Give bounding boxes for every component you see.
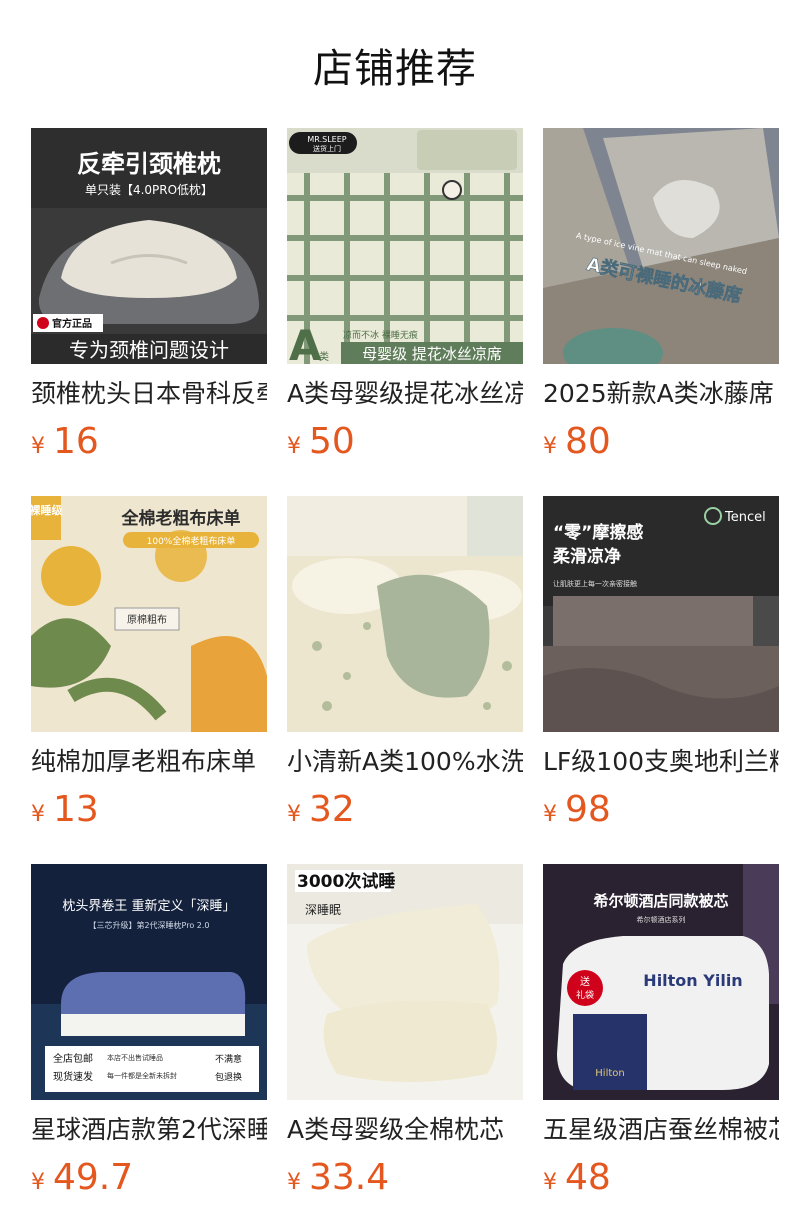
- product-price: ¥98: [543, 788, 779, 832]
- product-card-1[interactable]: 反牵引颈椎枕 单只装【4.0PRO低枕】 官方正品 专为颈椎问题设计 颈椎枕头日…: [31, 128, 267, 464]
- currency-symbol: ¥: [543, 802, 557, 827]
- product-title[interactable]: A类母婴级提花冰丝凉席: [287, 378, 523, 410]
- product-image-7[interactable]: 枕头界卷王 重新定义「深睡」 【三芯升级】第2代深睡枕Pro 2.0 全店包邮 …: [31, 864, 267, 1100]
- hilton-quilt-product-image: 希尔顿酒店同款被芯 希尔顿酒店系列 Hilton Yilin 送 礼袋 Hilt…: [543, 864, 779, 1100]
- corner-badge: 裸睡级: [31, 503, 63, 517]
- image-subline: 深睡眠: [305, 903, 341, 917]
- bedsheet-product-image: 裸睡级 全棉老粗布床单 100%全棉老粗布床单 原棉粗布: [31, 496, 267, 732]
- image-headline-2: 柔滑凉净: [553, 546, 621, 567]
- image-headline: 3000次试睡: [297, 871, 395, 892]
- fabric-label: 原棉粗布: [127, 613, 167, 626]
- product-image-6[interactable]: “零”摩擦感 柔滑凉净 让肌肤更上每一次亲密接触 Tencel: [543, 496, 779, 732]
- vine-mat-product-image: A type of ice vine mat that can sleep na…: [543, 128, 779, 364]
- gift-badge-line2: 礼袋: [576, 989, 594, 1001]
- grade-letter: A: [289, 321, 322, 364]
- price-amount: 50: [309, 421, 355, 462]
- price-amount: 49.7: [53, 1157, 134, 1198]
- product-price: ¥33.4: [287, 1156, 523, 1200]
- bedding-set-product-image: [287, 496, 523, 732]
- hilton-brand: Hilton Yilin: [643, 971, 742, 990]
- currency-symbol: ¥: [31, 802, 45, 827]
- product-card-9[interactable]: 希尔顿酒店同款被芯 希尔顿酒店系列 Hilton Yilin 送 礼袋 Hilt…: [543, 864, 779, 1200]
- product-grid: 反牵引颈椎枕 单只装【4.0PRO低枕】 官方正品 专为颈椎问题设计 颈椎枕头日…: [0, 0, 790, 1232]
- mat-product-image: MR.SLEEP 送货上门 A 类 凉而不冰 裸睡无痕 母婴级 提花冰丝凉席: [287, 128, 523, 364]
- tag-fast-delivery: 现货速发: [53, 1070, 93, 1083]
- grade-suffix: 类: [319, 350, 329, 363]
- product-image-9[interactable]: 希尔顿酒店同款被芯 希尔顿酒店系列 Hilton Yilin 送 礼袋 Hilt…: [543, 864, 779, 1100]
- price-amount: 98: [565, 789, 611, 830]
- product-price: ¥13: [31, 788, 267, 832]
- product-card-7[interactable]: 枕头界卷王 重新定义「深睡」 【三芯升级】第2代深睡枕Pro 2.0 全店包邮 …: [31, 864, 267, 1200]
- product-price: ¥49.7: [31, 1156, 267, 1200]
- gift-bag-brand: Hilton: [595, 1068, 624, 1079]
- currency-symbol: ¥: [287, 1170, 301, 1195]
- product-image-4[interactable]: 裸睡级 全棉老粗布床单 100%全棉老粗布床单 原棉粗布: [31, 496, 267, 732]
- image-note: 凉而不冰 裸睡无痕: [343, 329, 418, 341]
- product-image-1[interactable]: 反牵引颈椎枕 单只装【4.0PRO低枕】 官方正品 专为颈椎问题设计: [31, 128, 267, 364]
- price-amount: 48: [565, 1157, 611, 1198]
- product-card-8[interactable]: 3000次试睡 深睡眠 A类母婴级全棉枕芯 ¥33.4: [287, 864, 523, 1200]
- image-subline: 让肌肤更上每一次亲密接触: [553, 579, 637, 588]
- product-card-2[interactable]: MR.SLEEP 送货上门 A 类 凉而不冰 裸睡无痕 母婴级 提花冰丝凉席 A…: [287, 128, 523, 464]
- product-image-2[interactable]: MR.SLEEP 送货上门 A 类 凉而不冰 裸睡无痕 母婴级 提花冰丝凉席: [287, 128, 523, 364]
- image-subline: 单只装【4.0PRO低枕】: [85, 182, 213, 197]
- delivery-label: 送货上门: [313, 144, 341, 153]
- tag-no-trial: 本店不出售试睡品: [107, 1053, 163, 1062]
- price-amount: 16: [53, 421, 99, 462]
- tag-unsatisfied: 不满意: [215, 1053, 242, 1065]
- currency-symbol: ¥: [543, 1170, 557, 1195]
- product-title[interactable]: 星球酒店款第2代深睡枕: [31, 1114, 267, 1146]
- image-headline: 全棉老粗布床单: [121, 508, 241, 529]
- official-badge: 官方正品: [52, 317, 92, 330]
- brand-logo: MR.SLEEP: [307, 135, 346, 144]
- product-image-8[interactable]: 3000次试睡 深睡眠: [287, 864, 523, 1100]
- tencel-bedding-product-image: “零”摩擦感 柔滑凉净 让肌肤更上每一次亲密接触 Tencel: [543, 496, 779, 732]
- currency-symbol: ¥: [31, 434, 45, 459]
- product-price: ¥50: [287, 420, 523, 464]
- image-headline: 希尔顿酒店同款被芯: [593, 892, 728, 910]
- gift-badge-line1: 送: [580, 975, 590, 988]
- tag-return: 包退换: [215, 1071, 242, 1083]
- product-title[interactable]: A类母婴级全棉枕芯: [287, 1114, 523, 1146]
- image-subline: 希尔顿酒店系列: [637, 915, 686, 924]
- image-subline: 【三芯升级】第2代深睡枕Pro 2.0: [88, 920, 209, 930]
- product-price: ¥48: [543, 1156, 779, 1200]
- product-title[interactable]: LF级100支奥地利兰精天丝: [543, 746, 779, 778]
- product-title[interactable]: 2025新款A类冰藤席: [543, 378, 779, 410]
- product-price: ¥16: [31, 420, 267, 464]
- product-title[interactable]: 小清新A类100%水洗棉: [287, 746, 523, 778]
- pillow-product-image: 反牵引颈椎枕 单只装【4.0PRO低枕】 官方正品 专为颈椎问题设计: [31, 128, 267, 364]
- product-title[interactable]: 颈椎枕头日本骨科反牵引颈椎枕: [31, 378, 267, 410]
- image-banner: 专为颈椎问题设计: [69, 338, 229, 362]
- product-price: ¥32: [287, 788, 523, 832]
- product-card-5[interactable]: 小清新A类100%水洗棉 ¥32: [287, 496, 523, 832]
- currency-symbol: ¥: [31, 1170, 45, 1195]
- cotton-pillow-product-image: 3000次试睡 深睡眠: [287, 864, 523, 1100]
- product-image-5[interactable]: [287, 496, 523, 732]
- image-headline: 枕头界卷王 重新定义「深睡」: [62, 898, 235, 914]
- product-image-3[interactable]: A type of ice vine mat that can sleep na…: [543, 128, 779, 364]
- deep-sleep-pillow-product-image: 枕头界卷王 重新定义「深睡」 【三芯升级】第2代深睡枕Pro 2.0 全店包邮 …: [31, 864, 267, 1100]
- product-title[interactable]: 纯棉加厚老粗布床单: [31, 746, 267, 778]
- currency-symbol: ¥: [543, 434, 557, 459]
- image-banner: 母婴级 提花冰丝凉席: [362, 345, 502, 363]
- product-card-6[interactable]: “零”摩擦感 柔滑凉净 让肌肤更上每一次亲密接触 Tencel LF级100支奥…: [543, 496, 779, 832]
- tag-free-shipping: 全店包邮: [53, 1052, 93, 1065]
- price-amount: 80: [565, 421, 611, 462]
- image-headline-1: “零”摩擦感: [553, 522, 643, 543]
- image-subline: 100%全棉老粗布床单: [147, 535, 236, 547]
- product-card-4[interactable]: 裸睡级 全棉老粗布床单 100%全棉老粗布床单 原棉粗布 纯棉加厚老粗布床单 ¥…: [31, 496, 267, 832]
- product-card-3[interactable]: A type of ice vine mat that can sleep na…: [543, 128, 779, 464]
- product-price: ¥80: [543, 420, 779, 464]
- price-amount: 32: [309, 789, 355, 830]
- currency-symbol: ¥: [287, 802, 301, 827]
- price-amount: 33.4: [309, 1157, 390, 1198]
- tag-brand-new: 每一件都是全新未拆封: [107, 1071, 177, 1080]
- image-headline: 反牵引颈椎枕: [77, 150, 221, 178]
- tencel-logo: Tencel: [724, 510, 766, 525]
- currency-symbol: ¥: [287, 434, 301, 459]
- store-recommendations-page: 店铺推荐 反牵引颈椎枕 单只装【4.0PRO低枕】 官方正品 专为颈椎问题设计: [0, 0, 790, 1232]
- product-title[interactable]: 五星级酒店蚕丝棉被芯: [543, 1114, 779, 1146]
- price-amount: 13: [53, 789, 99, 830]
